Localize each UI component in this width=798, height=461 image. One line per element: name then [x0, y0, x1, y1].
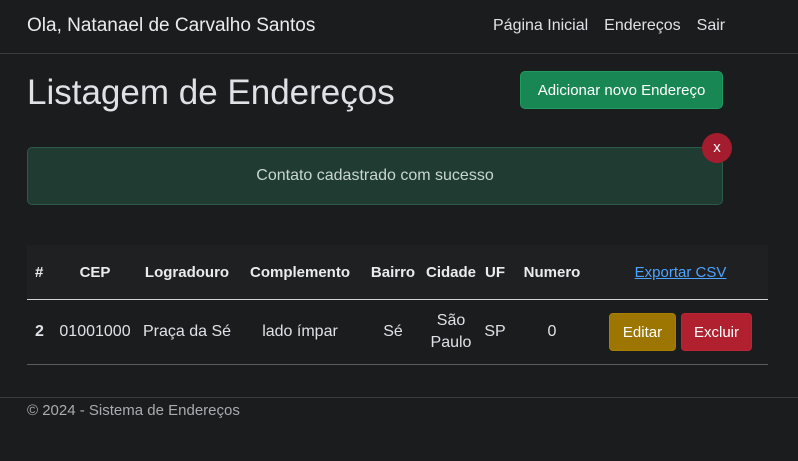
cell-cidade: São Paulo: [423, 299, 479, 365]
alert-close-button[interactable]: x: [702, 133, 732, 163]
col-header-logradouro: Logradouro: [137, 245, 237, 300]
alert-message: Contato cadastrado com sucesso: [256, 167, 494, 184]
addresses-table-container: # CEP Logradouro Complemento Bairro Cida…: [27, 245, 768, 365]
add-address-button[interactable]: Adicionar novo Endereço: [520, 71, 723, 109]
cell-numero: 0: [511, 299, 593, 365]
table-header-row: # CEP Logradouro Complemento Bairro Cida…: [27, 245, 768, 300]
actions-header: Exportar CSV: [593, 245, 768, 300]
col-header-id: #: [27, 245, 53, 300]
cell-logradouro: Praça da Sé: [137, 299, 237, 365]
user-greeting: Ola, Natanael de Carvalho Santos: [27, 15, 316, 36]
delete-button[interactable]: Excluir: [681, 313, 752, 351]
nav-links: Página Inicial Endereços Sair: [493, 17, 725, 35]
col-header-bairro: Bairro: [363, 245, 423, 300]
success-alert: Contato cadastrado com sucesso: [27, 147, 723, 205]
cell-id: 2: [27, 299, 53, 365]
edit-button[interactable]: Editar: [609, 313, 676, 351]
cell-bairro: Sé: [363, 299, 423, 365]
table-row: 2 01001000 Praça da Sé lado ímpar Sé São…: [27, 299, 768, 365]
footer: © 2024 - Sistema de Endereços: [0, 397, 798, 419]
nav-link-logout[interactable]: Sair: [697, 17, 725, 35]
cell-actions: Editar Excluir: [593, 299, 768, 365]
col-header-uf: UF: [479, 245, 511, 300]
page-title: Listagem de Endereços: [27, 73, 395, 112]
nav-link-addresses[interactable]: Endereços: [604, 17, 681, 35]
navbar: Ola, Natanael de Carvalho Santos Página …: [0, 0, 798, 54]
addresses-table: # CEP Logradouro Complemento Bairro Cida…: [27, 245, 768, 365]
col-header-complemento: Complemento: [237, 245, 363, 300]
nav-link-home[interactable]: Página Inicial: [493, 17, 588, 35]
cell-cep: 01001000: [53, 299, 137, 365]
cell-uf: SP: [479, 299, 511, 365]
col-header-cidade: Cidade: [423, 245, 479, 300]
col-header-numero: Numero: [511, 245, 593, 300]
export-csv-link[interactable]: Exportar CSV: [635, 264, 727, 281]
cell-complemento: lado ímpar: [237, 299, 363, 365]
col-header-cep: CEP: [53, 245, 137, 300]
footer-copyright: © 2024 - Sistema de Endereços: [27, 402, 240, 419]
